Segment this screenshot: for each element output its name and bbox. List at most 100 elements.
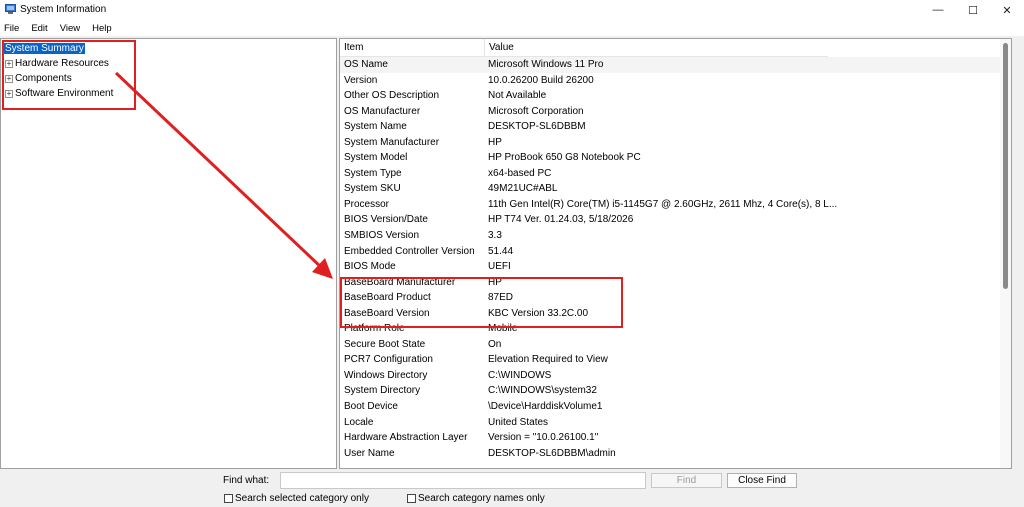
close-button[interactable]: ✕ [990, 0, 1024, 20]
table-row[interactable]: PCR7 Configuration Elevation Required to … [340, 352, 1000, 368]
row-item-cell: Version [344, 74, 378, 86]
row-item-cell: System Name [344, 121, 407, 133]
row-value-cell: C:\WINDOWS\system32 [488, 385, 597, 397]
table-row[interactable]: Boot Device \Device\HarddiskVolume1 [340, 399, 1000, 415]
maximize-icon: ☐ [968, 4, 978, 17]
row-item-cell: PCR7 Configuration [344, 354, 433, 366]
list-header: Item Value [340, 39, 828, 57]
row-value-cell: 3.3 [488, 230, 502, 242]
find-what-label: Find what: [223, 475, 270, 486]
row-item-cell: OS Name [344, 59, 388, 70]
minimize-icon: — [932, 4, 944, 16]
row-item-cell: System Type [344, 167, 402, 179]
row-item-cell: Windows Directory [344, 369, 428, 381]
table-row[interactable]: System Directory C:\WINDOWS\system32 [340, 383, 1000, 399]
row-item-cell: User Name [344, 447, 395, 459]
row-value-cell: Not Available [488, 90, 547, 102]
table-row[interactable]: Windows Directory C:\WINDOWS [340, 368, 1000, 384]
row-value-cell: On [488, 338, 502, 350]
row-item-cell: SMBIOS Version [344, 230, 420, 242]
minimize-button[interactable]: — [921, 0, 955, 20]
menu-edit[interactable]: Edit [30, 23, 48, 34]
table-row[interactable]: System SKU 49M21UC#ABL [340, 181, 1000, 197]
row-item-cell: BIOS Version/Date [344, 214, 428, 226]
row-item-cell: System Manufacturer [344, 136, 440, 148]
find-what-input[interactable] [280, 472, 646, 489]
row-value-cell: 49M21UC#ABL [488, 183, 558, 195]
table-row[interactable]: System Type x64-based PC [340, 166, 1000, 182]
row-value-cell: DESKTOP-SL6DBBM [488, 121, 586, 133]
category-tree: System Summary + Hardware Resources + Co… [0, 38, 337, 469]
table-row[interactable]: BIOS Version/Date HP T74 Ver. 01.24.03, 5… [340, 212, 1000, 228]
maximize-button[interactable]: ☐ [956, 0, 990, 20]
row-item-cell: Hardware Abstraction Layer [344, 432, 468, 444]
row-value-cell: 10.0.26200 Build 26200 [488, 74, 594, 86]
list-body: OS Name Microsoft Windows 11 Pro Version 10… [340, 57, 1000, 461]
table-row[interactable]: Secure Boot State On [340, 337, 1000, 353]
checkbox-icon[interactable] [224, 494, 233, 503]
row-item-cell: Locale [344, 416, 374, 428]
close-find-button[interactable]: Close Find [727, 473, 797, 488]
row-value-cell: HP [488, 136, 502, 148]
table-row[interactable]: OS Manufacturer Microsoft Corporation [340, 104, 1000, 120]
row-value-cell: HP T74 Ver. 01.24.03, 5/18/2026 [488, 214, 634, 226]
search-category-names-checkbox[interactable]: Search category names only [407, 493, 545, 504]
menu-help[interactable]: Help [91, 23, 113, 34]
menu-view[interactable]: View [59, 23, 81, 34]
search-selected-category-checkbox[interactable]: Search selected category only [224, 493, 369, 504]
row-value-cell: HP ProBook 650 G8 Notebook PC [488, 152, 641, 164]
row-value-cell: United States [488, 416, 549, 428]
table-row[interactable]: System Manufacturer HP [340, 135, 1000, 151]
vertical-scrollbar[interactable] [1000, 39, 1011, 468]
annotation-highlight-box [2, 40, 136, 110]
table-row[interactable]: Processor 11th Gen Intel(R) Core(TM) i5-1… [340, 197, 1000, 213]
system-information-window: System Information — ☐ ✕ File Edit View … [0, 0, 1024, 507]
row-item-cell: Boot Device [344, 401, 398, 413]
table-row[interactable]: BIOS Mode UEFI [340, 259, 1000, 275]
table-row[interactable]: System Model HP ProBook 650 G8 Notebook P… [340, 150, 1000, 166]
table-row[interactable]: User Name DESKTOP-SL6DBBM\admin [340, 446, 1000, 462]
scrollbar-thumb[interactable] [1003, 43, 1008, 289]
row-item-cell: System Model [344, 152, 408, 164]
row-value-cell: DESKTOP-SL6DBBM\admin [488, 447, 616, 459]
checkbox-label: Search selected category only [235, 493, 369, 504]
row-item-cell: System SKU [344, 183, 401, 195]
row-item-cell: OS Manufacturer [344, 105, 421, 117]
system-information-app-icon [5, 4, 16, 14]
title-bar: System Information — ☐ ✕ [0, 0, 1024, 20]
window-title: System Information [20, 4, 107, 15]
row-value-cell: Elevation Required to View [488, 354, 608, 366]
menu-bar: File Edit View Help [0, 20, 1024, 36]
row-item-cell: BIOS Mode [344, 261, 396, 273]
find-button[interactable]: Find [651, 473, 722, 488]
row-value-cell: Microsoft Corporation [488, 105, 584, 117]
details-list: Item Value OS Name Microsoft Windows 11 P… [339, 38, 1012, 469]
checkbox-label: Search category names only [418, 493, 545, 504]
row-item-cell: Processor [344, 198, 390, 210]
row-item-cell: System Directory [344, 385, 421, 397]
table-row[interactable]: Hardware Abstraction Layer Version = "10.… [340, 430, 1000, 446]
row-value-cell: \Device\HarddiskVolume1 [488, 401, 603, 413]
close-icon: ✕ [1002, 4, 1012, 17]
table-row[interactable]: SMBIOS Version 3.3 [340, 228, 1000, 244]
row-value-cell: C:\WINDOWS [488, 369, 552, 381]
row-value-cell: x64-based PC [488, 167, 552, 179]
table-row[interactable]: OS Name Microsoft Windows 11 Pro [340, 57, 1000, 73]
row-value-cell: Microsoft Windows 11 Pro [488, 59, 604, 70]
row-item-cell: Other OS Description [344, 90, 440, 102]
checkbox-icon[interactable] [407, 494, 416, 503]
menu-file[interactable]: File [3, 23, 20, 34]
table-row[interactable]: Version 10.0.26200 Build 26200 [340, 73, 1000, 89]
table-row[interactable]: Embedded Controller Version 51.44 [340, 244, 1000, 260]
row-value-cell: 11th Gen Intel(R) Core(TM) i5-1145G7 @ 2… [488, 198, 838, 210]
row-item-cell: Embedded Controller Version [344, 245, 475, 257]
table-row[interactable]: Other OS Description Not Available [340, 88, 1000, 104]
column-header-item[interactable]: Item [340, 39, 485, 57]
row-value-cell: 51.44 [488, 245, 514, 257]
table-row[interactable]: System Name DESKTOP-SL6DBBM [340, 119, 1000, 135]
row-item-cell: Secure Boot State [344, 338, 426, 350]
row-value-cell: Version = "10.0.26100.1" [488, 432, 599, 444]
table-row[interactable]: Locale United States [340, 415, 1000, 431]
column-header-value[interactable]: Value [485, 39, 828, 57]
annotation-highlight-box [340, 277, 623, 328]
